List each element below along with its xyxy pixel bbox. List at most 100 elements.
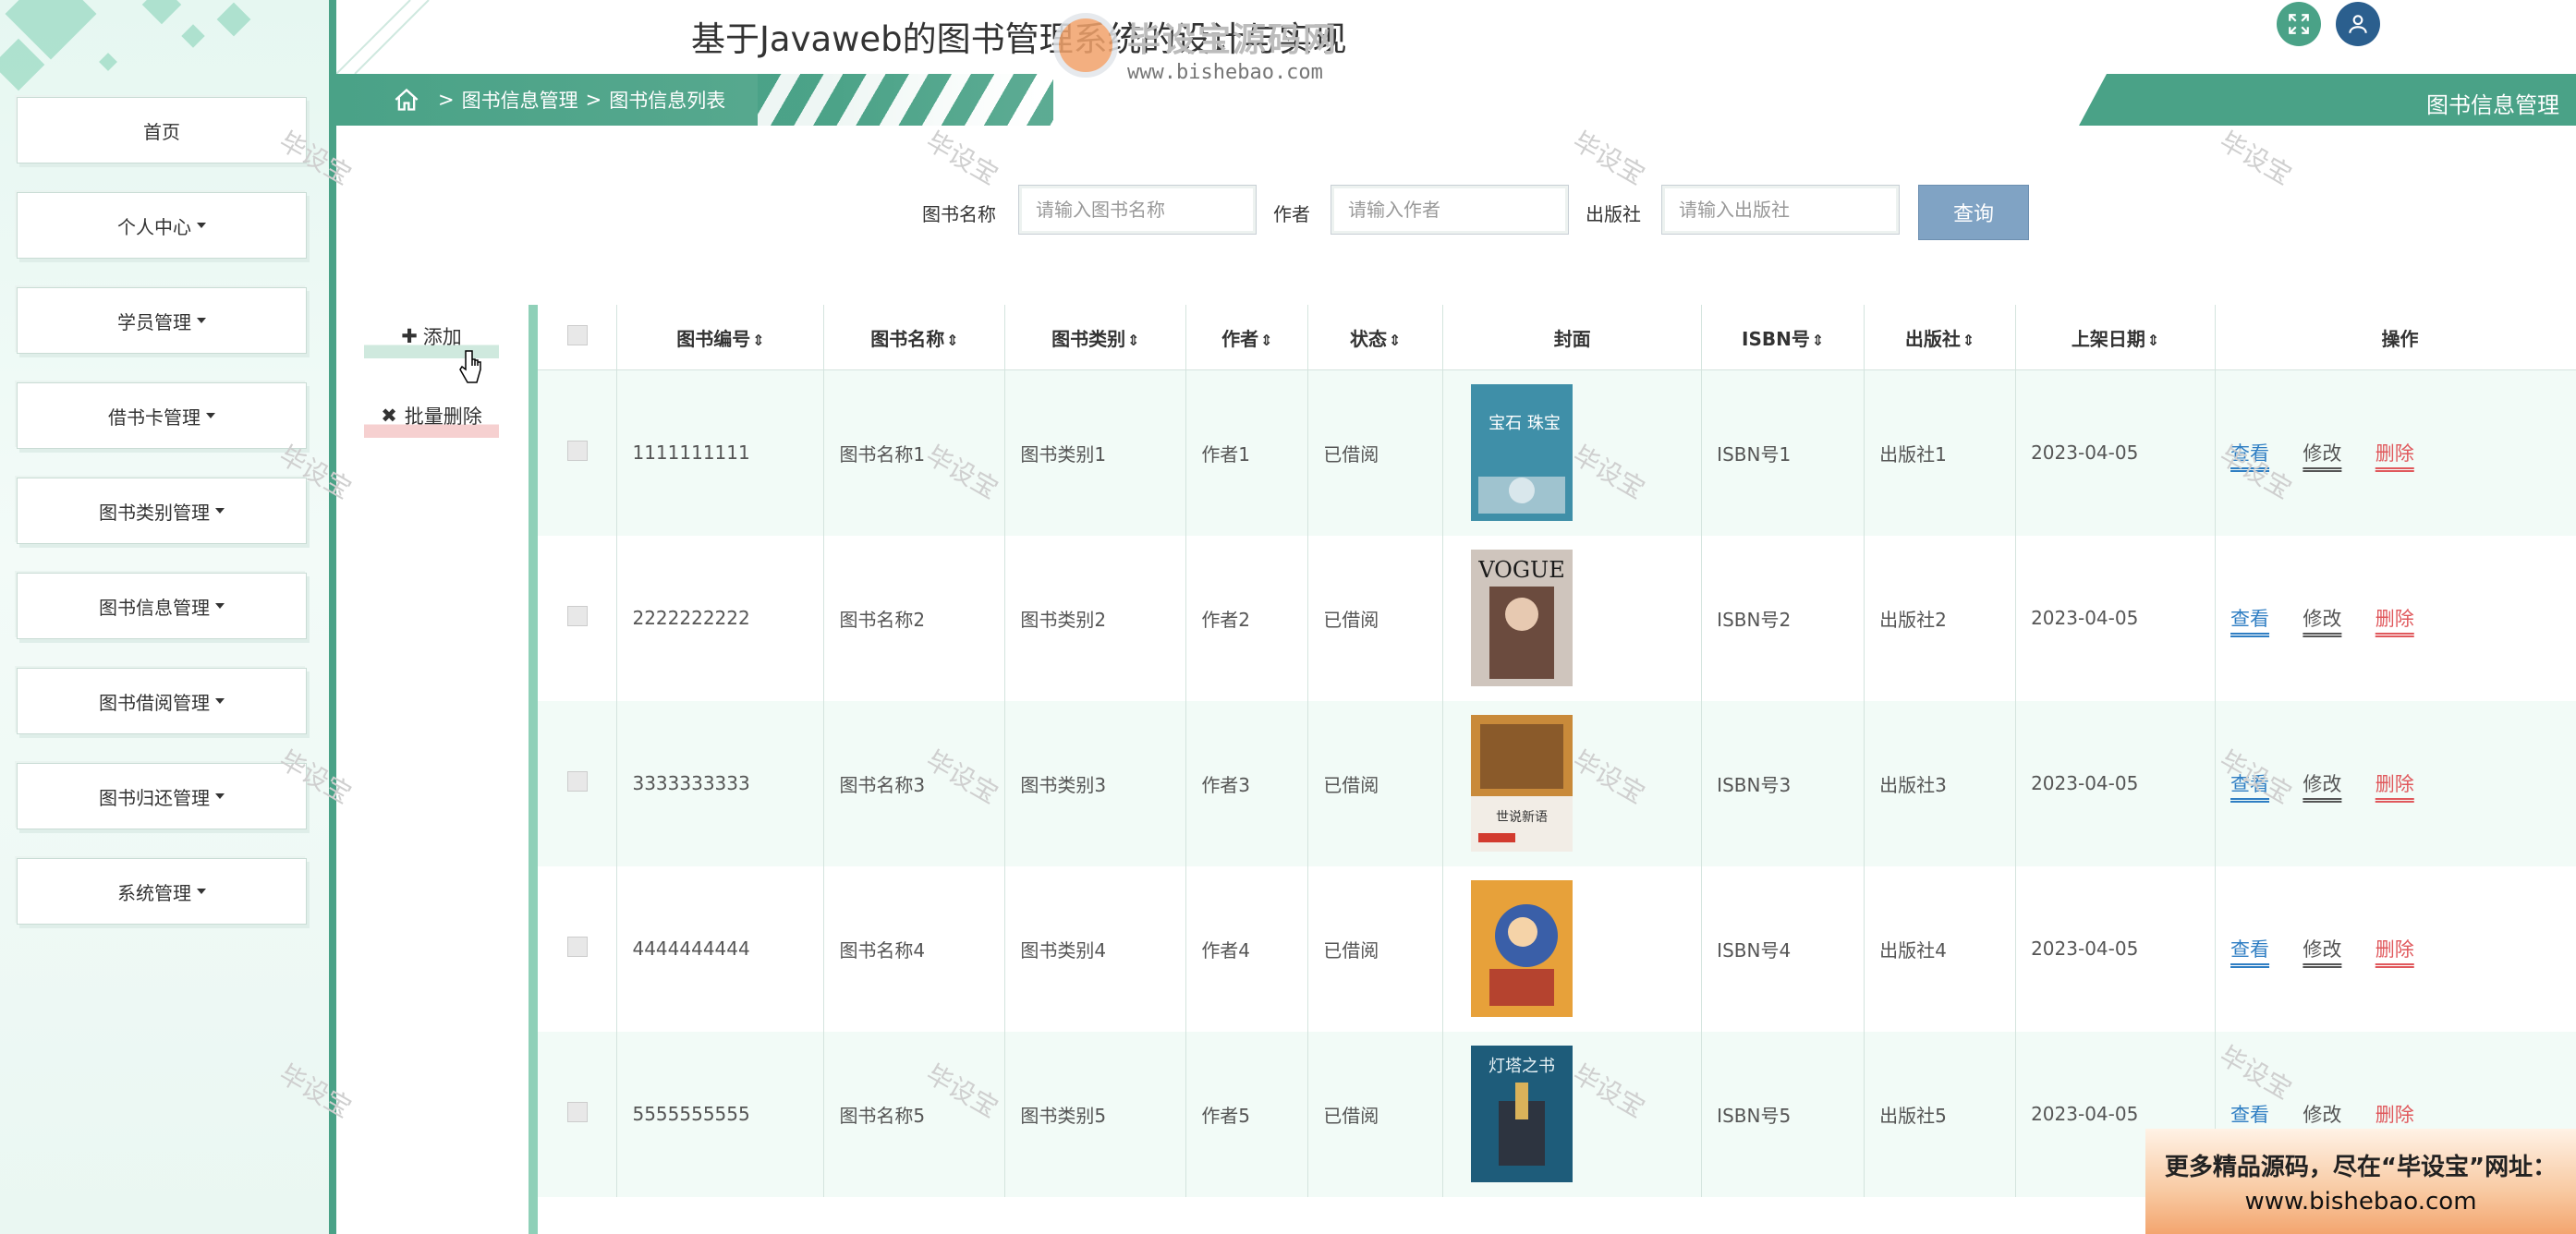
cell-cover: VOGUE <box>1442 535 1703 701</box>
batch-delete-button[interactable]: ✖ 批量删除 <box>364 393 499 438</box>
row-checkbox[interactable] <box>566 770 588 792</box>
cell-name: 图书名称4 <box>823 865 1006 1032</box>
sidebar-item-system-management[interactable]: 系统管理 <box>17 858 307 925</box>
table-row: 2222222222 图书名称2 图书类别2 作者2 已借阅 VOGUE ISB… <box>538 535 2576 701</box>
table-row: 1111111111 图书名称1 图书类别1 作者1 已借阅 宝石 珠宝 ISB… <box>538 369 2576 536</box>
column-header-isbn[interactable]: ISBN号 ⇕ <box>1701 305 1865 370</box>
cell-publisher: 出版社1 <box>1864 369 2017 536</box>
search-name-label: 图书名称 <box>922 203 996 225</box>
user-icon <box>2349 15 2367 33</box>
book-cover-image: 灯塔之书 <box>1471 1046 1574 1182</box>
column-header-name[interactable]: 图书名称 ⇕ <box>823 305 1006 370</box>
edit-button[interactable]: 修改 <box>2303 439 2341 466</box>
column-header-actions: 操作 <box>2215 305 2576 370</box>
sidebar-item-home[interactable]: 首页 <box>17 97 307 163</box>
cell-id: 5555555555 <box>616 1031 825 1197</box>
cell-category: 图书类别2 <box>1004 535 1187 701</box>
cover-title: 世说新语 <box>1496 810 1548 825</box>
edit-button[interactable]: 修改 <box>2303 769 2341 797</box>
sidebar-item-personal-center[interactable]: 个人中心 <box>17 192 307 259</box>
caret-down-icon <box>206 413 215 418</box>
row-checkbox[interactable] <box>566 1101 588 1122</box>
home-icon[interactable] <box>394 88 419 112</box>
watermark-site-name: 毕设宝源码网 <box>1127 21 1339 59</box>
row-checkbox[interactable] <box>566 605 588 626</box>
mouse-cursor-icon <box>459 350 481 383</box>
delete-button[interactable]: 删除 <box>2376 769 2414 797</box>
cell-status: 已借阅 <box>1307 369 1444 536</box>
cell-publisher: 出版社4 <box>1864 865 2017 1032</box>
cell-publisher: 出版社3 <box>1864 700 2017 866</box>
column-header-id[interactable]: 图书编号 ⇕ <box>616 305 825 370</box>
view-button[interactable]: 查看 <box>2230 439 2269 466</box>
sidebar-item-student-management[interactable]: 学员管理 <box>17 287 307 354</box>
sidebar: 首页 个人中心 学员管理 借书卡管理 图书类别管理 图书信息管理 图书借阅管理 … <box>0 0 336 1234</box>
column-header-status[interactable]: 状态 ⇕ <box>1307 305 1444 370</box>
query-button[interactable]: 查询 <box>1918 185 2029 240</box>
delete-button[interactable]: 删除 <box>2376 439 2414 466</box>
promo-banner[interactable]: 更多精品源码，尽在“毕设宝”网址： www.bishebao.com <box>2145 1129 2576 1234</box>
row-checkbox[interactable] <box>566 440 588 461</box>
watermark-stamp: 毕设宝 <box>920 126 1003 191</box>
book-table: 图书编号 ⇕ 图书名称 ⇕ 图书类别 ⇕ 作者 ⇕ 状态 ⇕ 封面 ISBN号 ⇕ 出版社 ⇕… <box>529 305 2576 1234</box>
author-search-input[interactable] <box>1331 185 1569 235</box>
cell-status: 已借阅 <box>1307 1031 1444 1197</box>
edit-button[interactable]: 修改 <box>2303 604 2341 632</box>
edit-button[interactable]: 修改 <box>2303 1100 2341 1128</box>
column-header-category[interactable]: 图书类别 ⇕ <box>1004 305 1187 370</box>
delete-button[interactable]: 删除 <box>2376 1100 2414 1128</box>
delete-button[interactable]: 删除 <box>2376 604 2414 632</box>
book-name-search-input[interactable] <box>1018 185 1257 235</box>
sidebar-item-book-borrow-management[interactable]: 图书借阅管理 <box>17 668 307 734</box>
sidebar-item-label: 图书借阅管理 <box>99 691 210 714</box>
cell-status: 已借阅 <box>1307 535 1444 701</box>
add-button-label: 添加 <box>422 326 462 348</box>
cell-date: 2023-04-05 <box>2015 535 2217 701</box>
sidebar-item-book-category-management[interactable]: 图书类别管理 <box>17 478 307 544</box>
sidebar-item-book-return-management[interactable]: 图书归还管理 <box>17 763 307 829</box>
section-title-bar: 图书信息管理 <box>2079 74 2576 126</box>
search-publisher-label: 出版社 <box>1586 203 1641 225</box>
sidebar-item-library-card-management[interactable]: 借书卡管理 <box>17 382 307 449</box>
cell-cover: 灯塔之书 <box>1442 1031 1703 1197</box>
view-button[interactable]: 查看 <box>2230 935 2269 962</box>
column-header-author[interactable]: 作者 ⇕ <box>1185 305 1309 370</box>
cell-category: 图书类别1 <box>1004 369 1187 536</box>
sort-icon: ⇕ <box>1260 331 1273 349</box>
header-decoration <box>336 0 430 74</box>
sort-icon: ⇕ <box>752 331 765 349</box>
watermark-stamp: 毕设宝 <box>1567 126 1650 191</box>
delete-button[interactable]: 删除 <box>2376 935 2414 962</box>
cell-category: 图书类别5 <box>1004 1031 1187 1197</box>
column-header-cover: 封面 <box>1442 305 1703 370</box>
cell-status: 已借阅 <box>1307 700 1444 866</box>
watermark-logo: 毕设宝源码网 www.bishebao.com <box>1053 13 1338 87</box>
cover-title: 灯塔之书 <box>1488 1057 1555 1076</box>
cell-actions: 查看 修改 删除 <box>2215 865 2576 1032</box>
publisher-search-input[interactable] <box>1661 185 1900 235</box>
breadcrumb-level1[interactable]: 图书信息管理 <box>462 86 578 114</box>
view-button[interactable]: 查看 <box>2230 604 2269 632</box>
top-header <box>336 0 2576 74</box>
view-button[interactable]: 查看 <box>2230 769 2269 797</box>
breadcrumb-stripes <box>758 74 1053 126</box>
caret-down-icon <box>197 318 206 323</box>
fullscreen-button[interactable] <box>2277 2 2321 46</box>
column-header-publisher[interactable]: 出版社 ⇕ <box>1864 305 2017 370</box>
cover-title: VOGUE <box>1477 557 1565 583</box>
cell-name: 图书名称1 <box>823 369 1006 536</box>
sidebar-item-book-info-management[interactable]: 图书信息管理 <box>17 573 307 639</box>
edit-button[interactable]: 修改 <box>2303 935 2341 962</box>
table-row: 4444444444 图书名称4 图书类别4 作者4 已借阅 ISBN号4 出版… <box>538 865 2576 1032</box>
select-all-checkbox[interactable] <box>566 324 588 345</box>
column-header-date[interactable]: 上架日期 ⇕ <box>2015 305 2217 370</box>
caret-down-icon <box>197 889 206 894</box>
promo-banner-line1: 更多精品源码，尽在“毕设宝”网址： <box>2164 1153 2558 1181</box>
user-button[interactable] <box>2336 2 2380 46</box>
batch-delete-button-label: 批量删除 <box>404 405 482 428</box>
cell-isbn: ISBN号3 <box>1701 700 1865 866</box>
row-checkbox[interactable] <box>566 936 588 957</box>
cell-name: 图书名称5 <box>823 1031 1006 1197</box>
view-button[interactable]: 查看 <box>2230 1100 2269 1128</box>
table-row: 3333333333 图书名称3 图书类别3 作者3 已借阅 世说新语 ISBN… <box>538 700 2576 866</box>
